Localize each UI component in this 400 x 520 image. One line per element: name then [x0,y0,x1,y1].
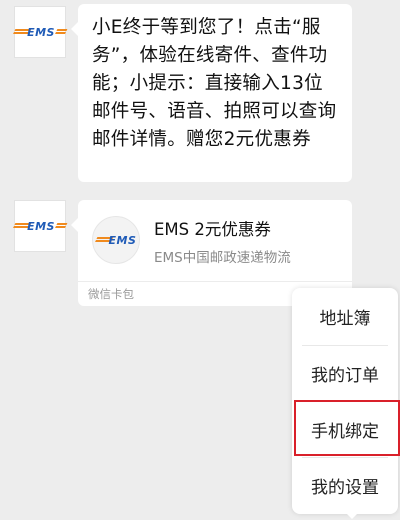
divider [78,281,352,282]
sender-avatar[interactable]: EMS [12,200,68,252]
sender-avatar[interactable]: EMS [12,6,68,58]
coupon-logo-icon: EMS [92,216,140,264]
highlight-box [294,400,400,456]
menu-item-my-orders[interactable]: 我的订单 [292,345,398,401]
card-footer-label: 微信卡包 [88,287,134,301]
ems-logo-icon: EMS [12,26,68,39]
ems-logo-icon: EMS [12,220,68,233]
message-text: 小E终于等到您了！点击“服务”，体验在线寄件、查件功能；小提示：直接输入13位邮… [92,17,337,150]
menu-item-address-book[interactable]: 地址簿 [292,288,398,344]
menu-item-my-settings[interactable]: 我的设置 [292,457,398,513]
coupon-subtitle: EMS中国邮政速递物流 [154,250,291,266]
coupon-title: EMS 2元优惠券 [154,220,271,239]
menu-pointer [344,511,360,519]
message-bubble[interactable]: 小E终于等到您了！点击“服务”，体验在线寄件、查件功能；小提示：直接输入13位邮… [71,4,352,182]
